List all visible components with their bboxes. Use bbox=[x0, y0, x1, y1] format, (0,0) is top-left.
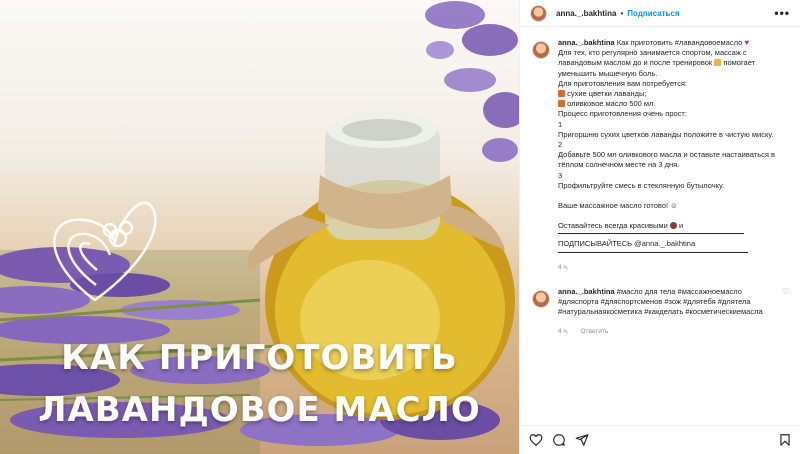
post-header: anna._.bakhtina • Подписаться ••• bbox=[520, 0, 800, 27]
caption-line: уменьшить мышечную боль. bbox=[558, 68, 658, 78]
caption-line: 2 bbox=[558, 140, 563, 150]
caption-avatar[interactable] bbox=[532, 41, 550, 59]
caption-line: помогает bbox=[723, 58, 756, 68]
caption-line: Пригоршню сухих цветков лаванды положите… bbox=[558, 129, 774, 139]
header-username[interactable]: anna._.bakhtina bbox=[556, 9, 616, 18]
flexed-biceps-emoji-icon bbox=[714, 59, 722, 67]
diamond-emoji-icon bbox=[558, 90, 565, 98]
caption-timestamp: 4 ч. bbox=[558, 263, 569, 271]
avatar[interactable] bbox=[530, 4, 547, 22]
caption-line[interactable]: ПОДПИСЫВАЙТЕСЬ @anna._.bakhtina bbox=[558, 239, 789, 249]
caption-line: Ваше массажное масло готово! bbox=[558, 201, 669, 211]
action-bar bbox=[520, 425, 800, 454]
divider bbox=[558, 233, 744, 235]
image-headline-line1: Как приготовить bbox=[61, 338, 458, 378]
divider bbox=[558, 251, 748, 253]
rose-emoji-icon bbox=[669, 222, 677, 230]
separator-dot: • bbox=[620, 8, 624, 18]
smile-emoji-icon: ☺ bbox=[670, 201, 678, 211]
comments-list[interactable]: anna._.bakhtina Как приготовить #лавандо… bbox=[520, 38, 800, 418]
caption-line: 1 bbox=[558, 119, 563, 129]
diamond-emoji-icon bbox=[558, 100, 565, 108]
post-image[interactable]: Как приготовить лавандовое масло bbox=[0, 0, 519, 454]
reply-button[interactable]: Ответить bbox=[580, 328, 608, 335]
share-icon[interactable] bbox=[575, 433, 589, 447]
comment-text[interactable]: #натуральнаякосметика #какделать #космет… bbox=[558, 307, 782, 317]
post-sidebar: anna._.bakhtina • Подписаться ••• anna._… bbox=[519, 0, 800, 454]
comment-text[interactable]: #дляспорта #дляспортсменов #зож #длятебя… bbox=[558, 297, 782, 307]
caption-line: Для приготовления вам потребуется: bbox=[558, 78, 687, 88]
follow-button[interactable]: Подписаться bbox=[627, 9, 679, 18]
bookmark-icon[interactable] bbox=[778, 433, 792, 447]
caption-line: Процесс приготовления очень прост: bbox=[558, 109, 687, 119]
caption-line: 3 bbox=[558, 170, 563, 180]
comment-username[interactable]: anna._.bakhtina bbox=[558, 287, 615, 296]
caption-line: Для тех, кто регулярно занимается спорто… bbox=[558, 48, 747, 58]
caption-line: оливковое масло 500 мл. bbox=[567, 99, 656, 109]
caption: anna._.bakhtina Как приготовить #лавандо… bbox=[532, 38, 789, 273]
comment-timestamp: 4 ч. bbox=[558, 328, 569, 336]
caption-text: Как приготовить #лавандовоемасло bbox=[616, 38, 743, 47]
comment-avatar[interactable] bbox=[532, 289, 550, 308]
caption-line: Добавьте 500 мл оливкового масла и остав… bbox=[558, 150, 775, 160]
heart-emoji-icon: ♥ bbox=[744, 38, 750, 47]
lavender-oil-photo bbox=[0, 1, 519, 454]
caption-line: сухие цветки лаванды; bbox=[567, 89, 647, 99]
caption-line: лавандовым маслом до и после тренировок bbox=[558, 58, 713, 68]
image-headline-line2: лавандовое масло bbox=[38, 390, 481, 430]
caption-line: Оставайтесь всегда красивыми bbox=[558, 221, 668, 231]
caption-username[interactable]: anna._.bakhtina bbox=[558, 38, 615, 47]
caption-line: и bbox=[678, 221, 684, 231]
comment-text[interactable]: #масло для тела #массажноемасло bbox=[617, 287, 742, 296]
comment-item: anna._.bakhtina #масло для тела #массажн… bbox=[532, 287, 789, 338]
more-options-icon[interactable]: ••• bbox=[774, 6, 790, 20]
comment-icon[interactable] bbox=[552, 433, 566, 447]
caption-line: тёплом солнечном месте на 3 дня. bbox=[558, 160, 680, 170]
comment-like-icon[interactable]: ♡ bbox=[782, 287, 789, 338]
caption-line: Профильтруйте смесь в стеклянную бутылоч… bbox=[558, 180, 725, 190]
heart-icon[interactable] bbox=[529, 433, 543, 447]
